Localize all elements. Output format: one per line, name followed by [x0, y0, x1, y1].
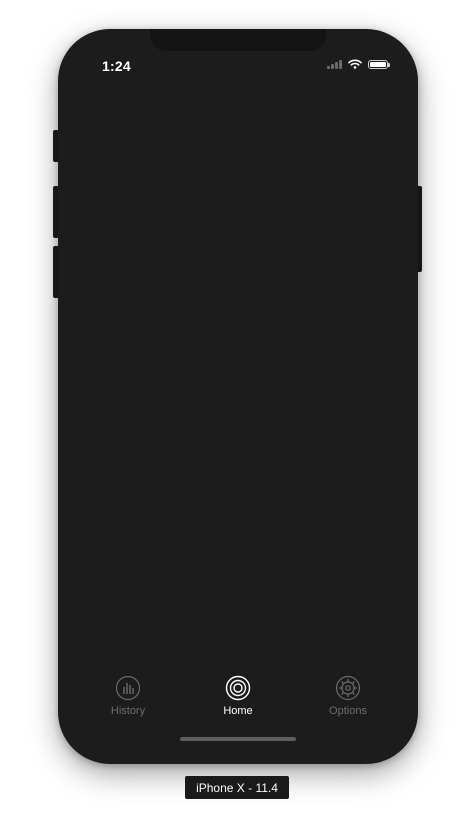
wifi-icon — [348, 59, 362, 69]
phone-screen: 1:24 History Home Options — [58, 29, 418, 764]
tab-options[interactable]: Options — [294, 675, 402, 735]
device-label: iPhone X - 11.4 — [185, 776, 289, 799]
gear-icon — [335, 675, 361, 701]
bar-chart-icon — [115, 675, 141, 701]
simulator-stage: 1:24 History Home Options iPhone X - 11.… — [0, 0, 474, 836]
battery-icon — [368, 59, 390, 69]
target-icon — [225, 675, 251, 701]
tab-history[interactable]: History — [74, 675, 182, 735]
status-time: 1:24 — [102, 58, 131, 74]
cellular-signal-icon — [327, 59, 342, 69]
home-indicator[interactable] — [180, 737, 296, 741]
tab-home-label: Home — [223, 705, 253, 717]
notch — [150, 29, 326, 51]
tab-bar: History Home Options — [58, 675, 418, 735]
status-icons — [327, 59, 390, 69]
tab-history-label: History — [110, 705, 146, 717]
tab-home[interactable]: Home — [184, 675, 292, 735]
tab-options-label: Options — [329, 705, 367, 717]
